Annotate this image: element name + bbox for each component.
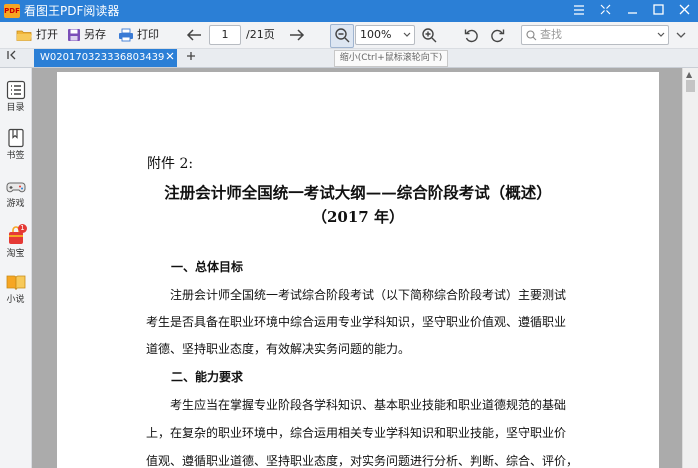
sidebar-item-label: 小说 (6, 295, 25, 305)
save-icon (68, 29, 80, 41)
tab-close-icon[interactable] (166, 49, 174, 67)
chevron-down-icon[interactable] (657, 26, 665, 44)
sidebar-item-label: 淘宝 (6, 249, 25, 259)
zoom-select[interactable]: 100% (355, 25, 415, 45)
gamepad-icon (6, 182, 25, 193)
zoom-value: 100% (360, 28, 392, 41)
sidebar-item-toc[interactable]: 目录 (0, 80, 31, 113)
rotate-left-icon[interactable] (464, 25, 479, 45)
prev-page-icon[interactable] (186, 25, 202, 45)
print-label: 打印 (137, 28, 159, 41)
save-as-button[interactable]: 另存 (67, 25, 106, 45)
print-button[interactable]: 打印 (118, 25, 159, 45)
menu-icon[interactable] (566, 0, 592, 22)
pdf-page: 附件 2: 注册会计师全国统一考试大纲——综合阶段考试（概述） （2017 年）… (57, 72, 659, 468)
app-logo: PDF (4, 4, 20, 18)
sidebar-item-games[interactable]: 游戏 (0, 178, 31, 209)
close-icon[interactable] (671, 0, 697, 22)
zoom-out-button[interactable] (330, 24, 354, 48)
vertical-scrollbar[interactable]: ▲ (682, 68, 698, 468)
paragraph-line: 考生是否具备在职业环境中综合运用专业学科知识，坚守职业价值观、遵循职业 (146, 315, 567, 329)
search-icon (526, 29, 537, 47)
zoom-in-icon[interactable] (421, 25, 437, 45)
page-number-input[interactable]: 1 (209, 25, 241, 45)
paragraph-line: 注册会计师全国统一考试综合阶段考试（以下简称综合阶段考试）主要测试 (170, 288, 567, 302)
next-page-icon[interactable] (289, 25, 305, 45)
sidebar-item-novel[interactable]: 小说 (0, 274, 31, 305)
sidebar-item-label: 目录 (6, 103, 25, 113)
more-icon[interactable] (676, 25, 686, 45)
sidebar-item-bookmark[interactable]: 书签 (0, 128, 31, 161)
sidebar-item-label: 游戏 (6, 199, 25, 209)
printer-icon (119, 28, 133, 42)
search-input[interactable]: 查找 (521, 25, 669, 45)
tab-label: W020170323336803439214.p (40, 52, 164, 63)
section-heading: 一、总体目标 (171, 260, 244, 274)
chevron-down-icon (403, 26, 411, 44)
section-heading: 二、能力要求 (171, 370, 244, 384)
tab-document[interactable]: W020170323336803439214.p (34, 49, 177, 67)
save-as-label: 另存 (84, 28, 106, 41)
sidebar-item-taobao[interactable]: 1 淘宝 (0, 224, 31, 259)
book-icon (6, 275, 25, 291)
paragraph-line: 考生应当在掌握专业阶段各学科知识、基本职业技能和职业道德规范的基础 (170, 398, 567, 412)
mini-mode-icon[interactable] (592, 0, 618, 22)
toc-icon (6, 80, 25, 100)
attachment-label: 附件 2: (147, 156, 194, 172)
toolbar: 打开 另存 打印 1 /21页 100% 查找 (0, 22, 698, 49)
title-bar: PDF 看图王PDF阅读器 (0, 0, 698, 22)
document-title: 注册会计师全国统一考试大纲——综合阶段考试（概述） (164, 183, 552, 202)
notification-badge: 1 (18, 224, 27, 233)
document-year: （2017 年） (312, 208, 404, 226)
paragraph-line: 值观、遵循职业道德、坚持职业态度，对实务问题进行分析、判断、综合、评价， (146, 454, 579, 468)
maximize-icon[interactable] (645, 0, 671, 22)
page-total: /21页 (246, 28, 275, 41)
sidebar-item-label: 书签 (6, 151, 25, 161)
scroll-up-icon[interactable]: ▲ (686, 70, 692, 79)
search-placeholder: 查找 (540, 28, 562, 41)
document-viewer[interactable]: 附件 2: 注册会计师全国统一考试大纲——综合阶段考试（概述） （2017 年）… (32, 68, 682, 468)
minimize-icon[interactable] (619, 0, 645, 22)
sidebar: 目录 书签 游戏 1 淘宝 小说 (0, 68, 32, 468)
zoom-out-icon (335, 28, 350, 43)
window-title: 看图王PDF阅读器 (24, 4, 120, 18)
folder-icon (16, 30, 32, 41)
rotate-right-icon[interactable] (490, 25, 505, 45)
open-button[interactable]: 打开 (16, 25, 58, 45)
zoom-out-tooltip: 缩小(Ctrl+鼠标滚轮向下) (334, 50, 448, 67)
scroll-thumb[interactable] (686, 80, 695, 92)
paragraph-line: 道德、坚持职业态度，有效解决实务问题的能力。 (146, 342, 411, 356)
add-tab-icon[interactable] (186, 49, 196, 67)
paragraph-line: 上，在复杂的职业环境中，综合运用相关专业学科知识和职业技能，坚守职业价 (146, 426, 567, 440)
collapse-sidebar-icon[interactable] (7, 49, 19, 67)
bookmark-icon (7, 128, 24, 148)
open-label: 打开 (36, 28, 58, 41)
